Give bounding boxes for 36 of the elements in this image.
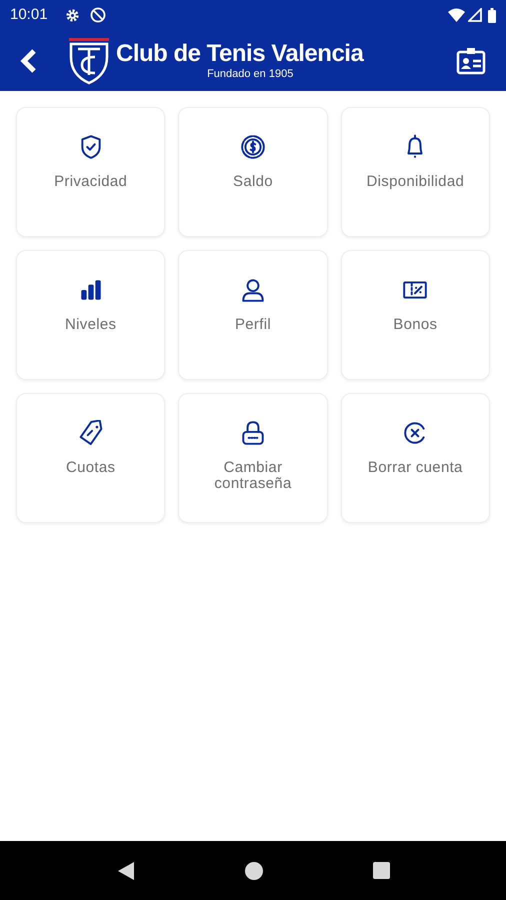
menu-tile[interactable]: Perfil — [178, 250, 328, 380]
home-nav-icon[interactable] — [244, 862, 262, 880]
battery-icon — [488, 8, 496, 22]
menu-tile[interactable]: Disponibilidad — [340, 107, 490, 237]
person-icon — [240, 277, 266, 303]
back-nav-icon[interactable] — [116, 860, 134, 880]
menu-tile[interactable]: Cambiar contraseña — [178, 393, 328, 523]
tile-label: Cambiar contraseña — [213, 460, 293, 492]
recents-nav-icon[interactable] — [372, 862, 390, 879]
menu-tile[interactable]: Cuotas — [16, 393, 166, 523]
club-subtitle: Fundado en 1905 — [207, 68, 294, 81]
tile-label: Saldo — [232, 174, 274, 190]
tile-label: Borrar cuenta — [366, 460, 464, 476]
blocked-circle-icon — [90, 7, 106, 23]
menu-tile[interactable]: Borrar cuenta — [340, 393, 490, 523]
id-card-icon[interactable] — [456, 46, 486, 74]
club-crest-icon — [68, 36, 110, 84]
settings-icon — [64, 8, 80, 22]
dollar-coin-icon — [240, 134, 266, 160]
wifi-icon — [448, 8, 465, 22]
back-icon[interactable] — [20, 48, 38, 72]
menu-tile[interactable]: Saldo — [178, 107, 328, 237]
tile-label: Niveles — [64, 317, 118, 333]
tile-label: Perfil — [234, 317, 272, 333]
menu-tile[interactable]: Privacidad — [16, 107, 166, 237]
price-tag-icon — [78, 420, 104, 446]
menu-tile[interactable]: Bonos — [340, 250, 490, 380]
padlock-icon — [240, 420, 266, 446]
club-name: Club de Tenis Valencia — [116, 40, 364, 68]
tile-label: Cuotas — [64, 460, 116, 476]
tile-label: Privacidad — [53, 174, 128, 190]
menu-tile[interactable]: Niveles — [16, 250, 166, 380]
tile-label: Disponibilidad — [366, 174, 466, 190]
signal-icon — [468, 8, 482, 22]
status-time: 10:01 — [10, 4, 48, 25]
tile-label: Bonos — [392, 317, 438, 333]
